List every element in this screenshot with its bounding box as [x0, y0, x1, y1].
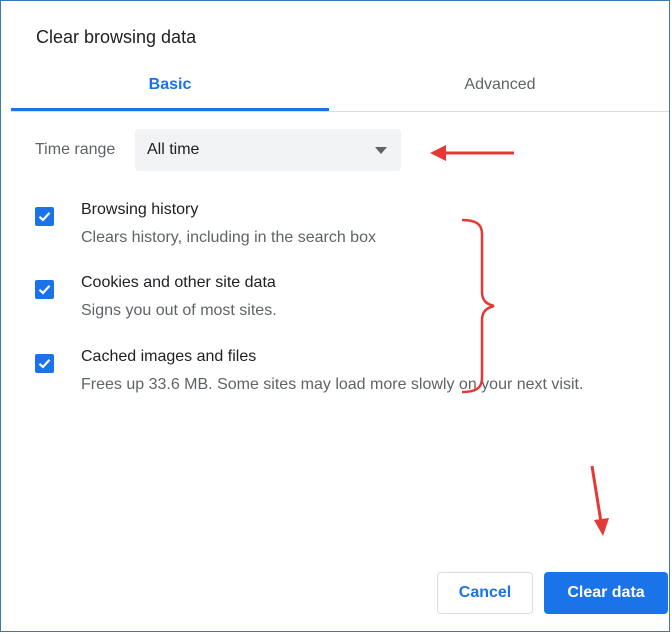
time-range-value: All time: [147, 141, 200, 158]
browsing-history-title: Browsing history: [81, 201, 199, 218]
tab-basic-label: Basic: [148, 76, 192, 93]
dropdown-arrow-icon: [375, 147, 387, 154]
tab-advanced[interactable]: Advanced: [329, 65, 671, 109]
browsing-history-description: Clears history, including in the search …: [81, 229, 376, 246]
tab-advanced-label: Advanced: [464, 76, 536, 93]
cookies-title: Cookies and other site data: [81, 274, 276, 291]
checkmark-icon: [38, 212, 51, 222]
cached-images-checkbox[interactable]: [35, 354, 54, 373]
active-tab-indicator: [11, 108, 329, 111]
dialog-title: Clear browsing data: [36, 27, 197, 47]
checkmark-icon: [38, 359, 51, 369]
cached-images-title: Cached images and files: [81, 348, 257, 365]
tab-bar: Basic Advanced: [11, 65, 669, 112]
clear-data-button[interactable]: Clear data: [544, 572, 668, 614]
cookies-checkbox[interactable]: [35, 280, 54, 299]
cookies-description: Signs you out of most sites.: [81, 302, 277, 319]
cancel-button[interactable]: Cancel: [437, 572, 533, 614]
time-range-label: Time range: [35, 141, 116, 158]
cached-images-description: Frees up 33.6 MB. Some sites may load mo…: [81, 376, 584, 393]
tab-basic[interactable]: Basic: [11, 65, 329, 111]
clear-browsing-data-dialog: Clear browsing data Basic Advanced Time …: [0, 0, 670, 632]
time-range-select[interactable]: All time: [135, 129, 401, 171]
browsing-history-checkbox[interactable]: [35, 207, 54, 226]
checkmark-icon: [38, 285, 51, 295]
